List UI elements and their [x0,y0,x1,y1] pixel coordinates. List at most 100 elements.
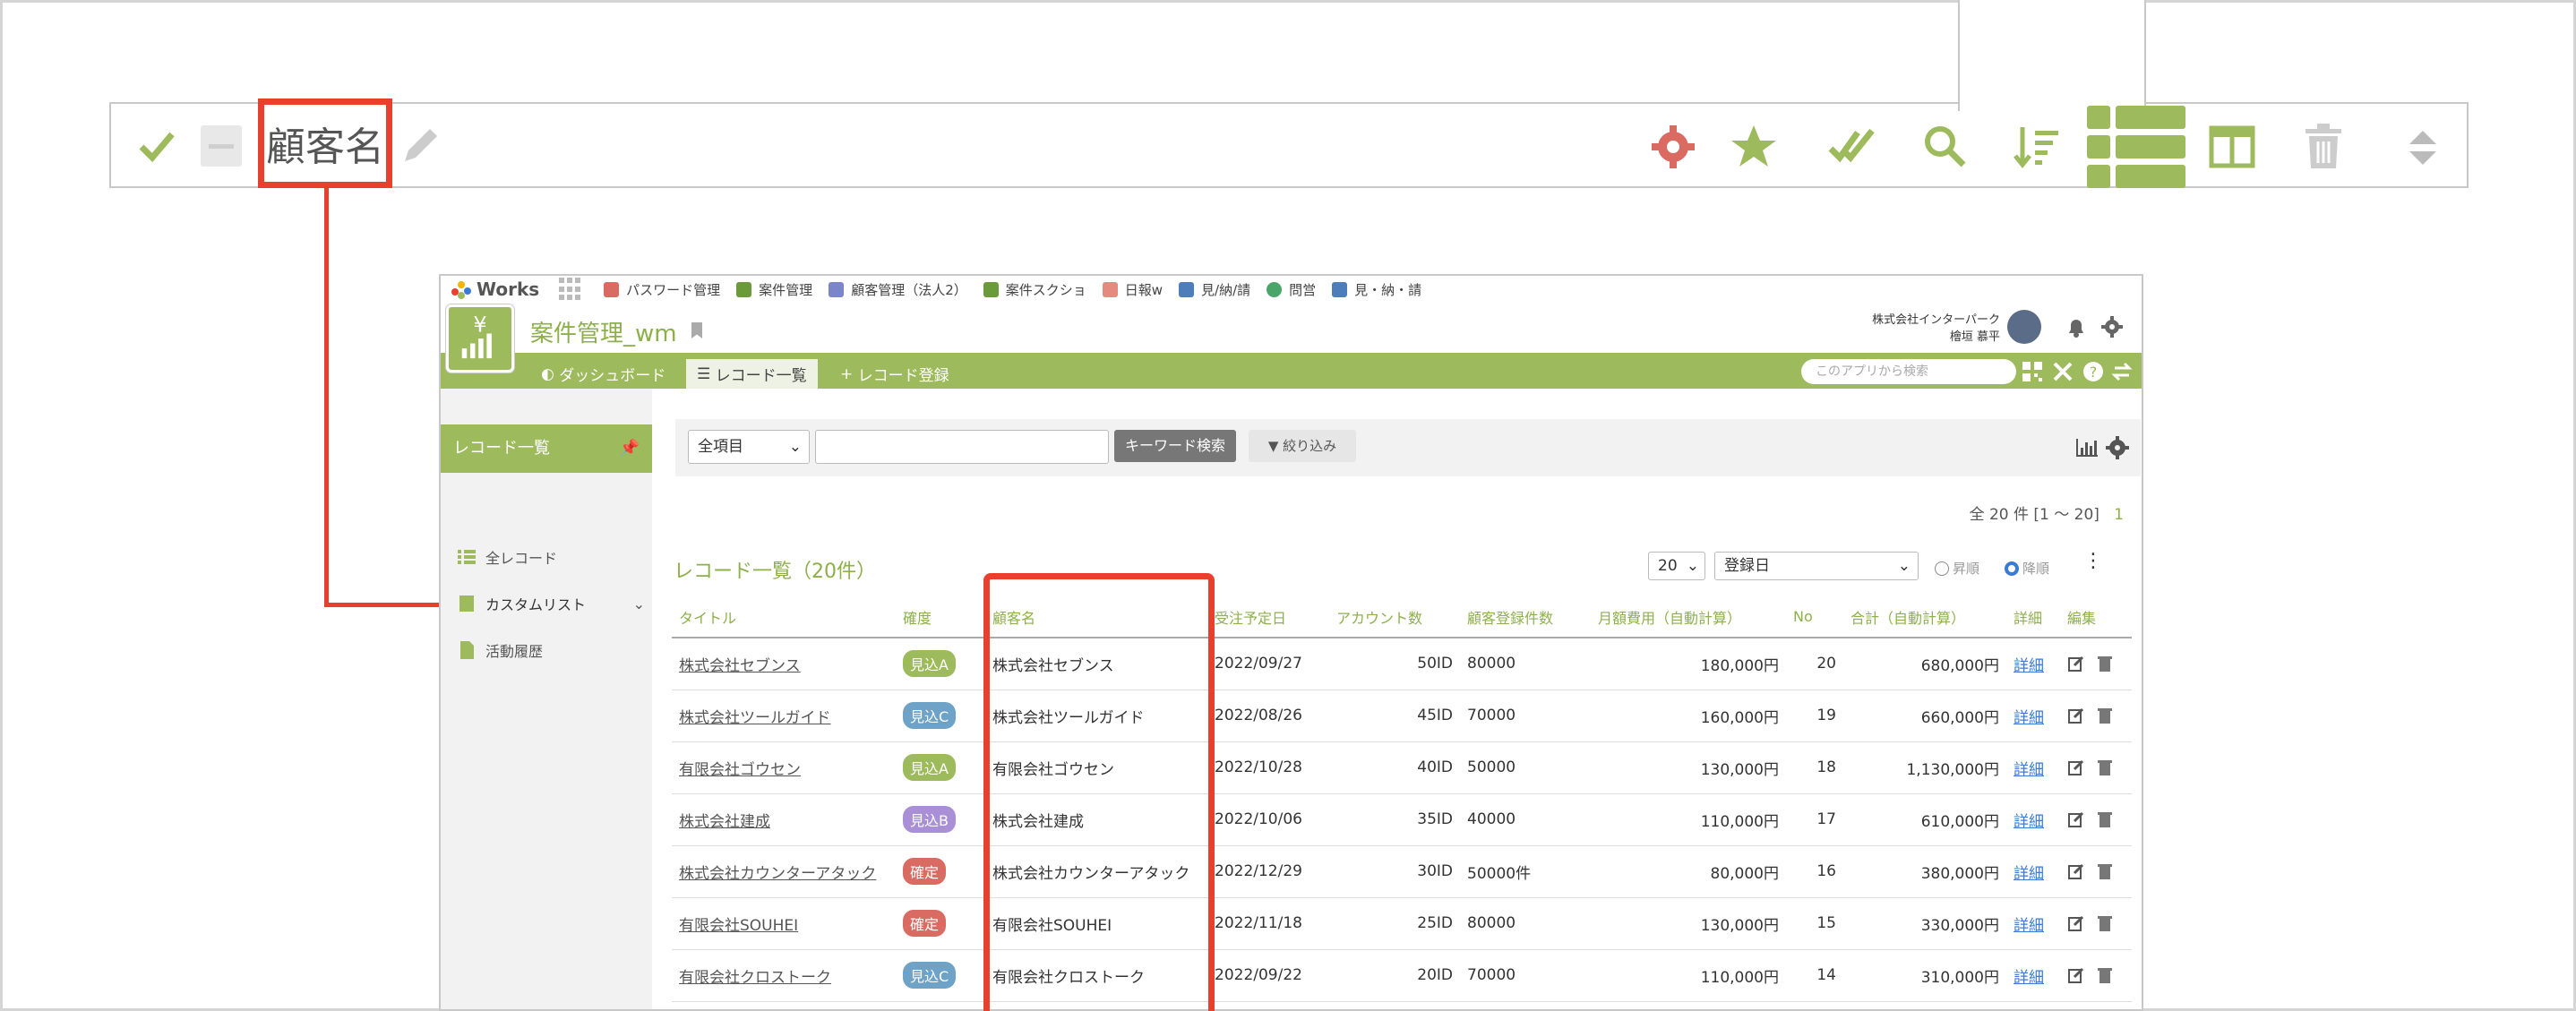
nav-item[interactable]: パスワード管理 [604,280,720,299]
trash-icon[interactable] [2096,810,2114,828]
tools-icon[interactable] [2052,361,2074,382]
help-icon[interactable]: ? [2082,361,2104,382]
monthly-cell: 80,000円 [1591,845,1786,898]
column-header[interactable]: アカウント数 [1329,596,1460,638]
title-link[interactable]: 株式会社セブンス [672,638,896,690]
edit-icon[interactable] [2067,966,2085,984]
sidebar-item-activity[interactable]: 活動履歴 [457,639,543,661]
title-link[interactable]: 株式会社建成 [672,793,896,846]
detail-link[interactable]: 詳細 [2014,865,2044,883]
trash-icon[interactable] [2304,124,2343,170]
detail-link[interactable]: 詳細 [2014,761,2044,779]
column-header[interactable]: 受注予定日 [1207,596,1329,638]
gear-icon[interactable] [2100,315,2124,338]
field-select[interactable]: 全項目 ⌄ [688,430,810,464]
detail-link[interactable]: 詳細 [2014,813,2044,831]
trash-icon[interactable] [2096,707,2114,724]
app-icon [983,281,999,297]
edit-icon[interactable] [2067,655,2085,673]
double-check-icon[interactable] [1827,122,1877,172]
app-grid-icon[interactable] [559,278,582,301]
edit-icon[interactable] [2067,758,2085,776]
table-row: 有限会社ゴウセン 見込A 有限会社ゴウセン 2022/10/28 40ID 50000 13… [672,741,2132,794]
nav-item[interactable]: 日報w [1102,280,1163,299]
search-icon[interactable] [1920,122,1971,172]
company-name: 株式会社インターパーク [1872,313,2000,327]
sidebar-item-custom-list[interactable]: カスタムリスト ⌄ [457,593,645,614]
trash-icon[interactable] [2096,914,2114,932]
sort-icon[interactable] [2014,122,2064,172]
trash-icon[interactable] [2096,758,2114,776]
trash-icon[interactable] [2096,655,2114,673]
more-icon[interactable]: ⋮ [2083,550,2103,572]
gear-icon[interactable] [1648,122,1698,172]
edit-icon[interactable] [2067,810,2085,828]
trash-icon[interactable] [2096,966,2114,984]
column-header[interactable]: No [1786,596,1843,638]
title-link[interactable]: 有限会社ゴウセン [672,741,896,794]
column-header[interactable]: タイトル [672,596,896,638]
sort-asc-radio[interactable]: 昇順 [1935,559,1979,578]
sort-desc-radio[interactable]: 降順 [2005,559,2049,578]
title-link[interactable]: 有限会社クロストーク [672,949,896,1002]
list-view-icon[interactable] [2087,106,2185,188]
column-header[interactable]: 月額費用（自動計算） [1591,596,1786,638]
app-search-input[interactable]: このアプリから検索 [1801,359,2016,384]
avatar[interactable] [2007,310,2041,344]
per-page-select[interactable]: 20 ⌄ [1648,552,1705,580]
edit-cell [2060,638,2132,690]
updown-icon[interactable] [2408,129,2438,167]
column-header[interactable]: 顧客登録件数 [1460,596,1591,638]
nav-item[interactable]: 問営 [1267,280,1316,299]
column-header[interactable]: 合計（自動計算） [1843,596,2006,638]
works-logo[interactable]: Works [450,278,539,300]
detail-link[interactable]: 詳細 [2014,709,2044,727]
list-icon: ☰ [697,364,716,383]
pin-icon[interactable]: 📌 [620,424,640,473]
nav-item[interactable]: 顧客管理（法人2） [829,280,967,299]
title-link[interactable]: 有限会社SOUHEI [672,897,896,950]
split-view-icon[interactable] [2209,125,2255,168]
qr-icon[interactable] [2022,361,2043,382]
edit-icon[interactable] [2067,914,2085,932]
nav-item[interactable]: 見・納・請 [1332,280,1421,299]
switch-icon[interactable] [2111,361,2133,382]
date-cell: 2022/11/18 [1207,897,1329,950]
page-number[interactable]: 1 [2114,506,2124,524]
pencil-icon[interactable] [396,122,444,170]
chart-icon[interactable] [2074,435,2099,460]
edit-icon[interactable] [2067,707,2085,724]
nav-label: 見/納/請 [1201,281,1251,298]
tab-record-register[interactable]: + レコード登録 [829,359,960,389]
date-cell: 2022/10/28 [1207,741,1329,794]
detail-link[interactable]: 詳細 [2014,917,2044,935]
tab-dashboard[interactable]: ◐ ダッシュボード [530,359,676,389]
nav-item[interactable]: 案件管理 [736,280,812,299]
app-icon [736,281,752,297]
edit-icon[interactable] [2067,862,2085,880]
star-icon[interactable] [1729,122,1779,172]
filter-button[interactable]: ▼ 絞り込み [1249,430,1356,462]
chevron-down-icon: ⌄ [1686,557,1699,575]
nav-item[interactable]: 案件スクショ [983,280,1086,299]
dashboard-icon: ◐ [541,364,560,383]
tab-record-list[interactable]: ☰ レコード一覧 [686,359,818,389]
title-link[interactable]: 株式会社ツールガイド [672,690,896,742]
sort-field-select[interactable]: 登録日 ⌄ [1714,552,1919,580]
gear-icon[interactable] [2105,435,2130,460]
minus-icon[interactable] [201,125,242,167]
bell-icon[interactable] [2065,315,2088,338]
detail-link[interactable]: 詳細 [2014,657,2044,675]
sidebar-item-all-records[interactable]: 全レコード [457,546,557,568]
check-icon[interactable] [134,124,179,168]
detail-link[interactable]: 詳細 [2014,969,2044,987]
keyword-search-button[interactable]: キーワード検索 [1114,430,1236,462]
detail-cell: 詳細 [2006,690,2060,742]
bookmark-icon[interactable] [691,322,702,338]
trash-icon[interactable] [2096,862,2114,880]
keyword-input[interactable] [815,430,1109,464]
accounts-cell: 30ID [1329,845,1460,898]
nav-item[interactable]: 見/納/請 [1179,280,1250,299]
column-header[interactable]: 確度 [896,596,985,638]
title-link[interactable]: 株式会社カウンターアタック [672,845,896,898]
